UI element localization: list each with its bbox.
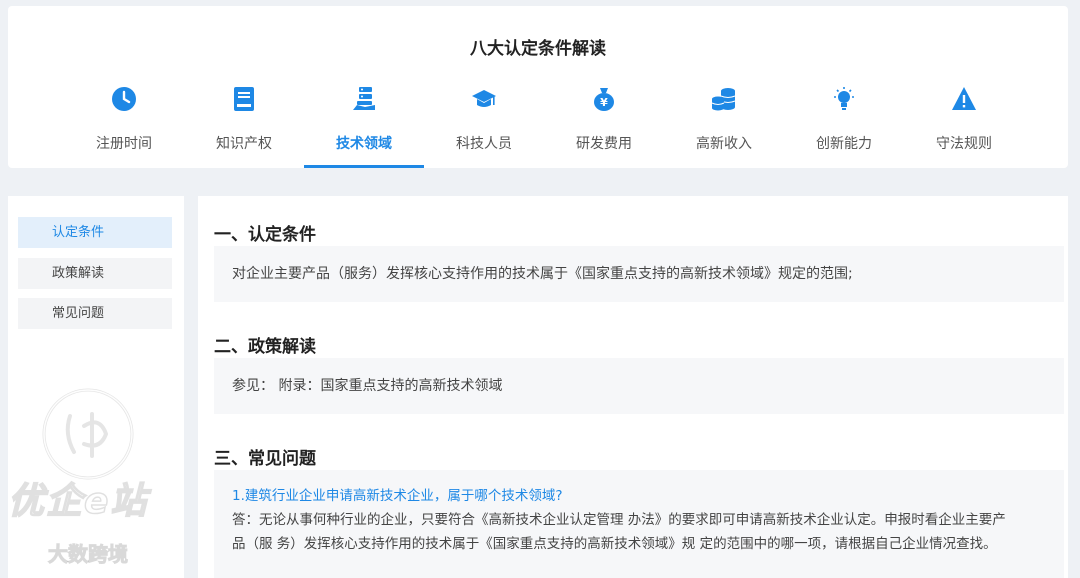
tab-tech-personnel[interactable]: 科技人员	[424, 86, 544, 168]
tab-hightech-income[interactable]: 高新收入	[664, 86, 784, 168]
faq-answer-line: 品（服 务）发挥核心支持作用的技术属于《国家重点支持的高新技术领域》规 定的范围…	[232, 536, 997, 552]
category-header-card: 八大认定条件解读 注册时间 知识产权 技术领域 科技人员 ¥ 研发费用 高新收入…	[8, 6, 1068, 168]
tab-intellectual-property[interactable]: 知识产权	[184, 86, 304, 168]
tab-label: 研发费用	[576, 136, 632, 152]
category-tabs: 注册时间 知识产权 技术领域 科技人员 ¥ 研发费用 高新收入 创新能力 守法规…	[64, 86, 1024, 168]
sidebar-item-faq[interactable]: 常见问题	[18, 298, 172, 329]
money-bag-icon: ¥	[594, 88, 614, 111]
section-body-faq: 1.建筑行业企业申请高新技术企业，属于哪个技术领域? 答：无论从事何种行业的企业…	[214, 470, 1064, 578]
svg-text:¥: ¥	[600, 96, 608, 109]
faq-answer-line: 答：无论从事何种行业的企业，只要符合《高新技术企业认定管理 办法》的要求即可申请…	[232, 512, 1006, 528]
sidebar-item-policy[interactable]: 政策解读	[18, 258, 172, 289]
tab-registration-time[interactable]: 注册时间	[64, 86, 184, 168]
watermark-logo-icon	[42, 388, 134, 480]
watermark: 优企e站 大数跨境	[7, 386, 184, 576]
tab-rd-expenses[interactable]: ¥ 研发费用	[544, 86, 664, 168]
tab-label: 守法规则	[936, 136, 992, 152]
tab-innovation-ability[interactable]: 创新能力	[784, 86, 904, 168]
tab-law-compliance[interactable]: 守法规则	[904, 86, 1024, 168]
section-title-policy: 二、政策解读	[214, 337, 316, 357]
sidebar: 认定条件 政策解读 常见问题 优企e站 大数跨境	[7, 196, 184, 578]
lightbulb-icon	[834, 87, 854, 110]
tab-label: 知识产权	[216, 136, 272, 152]
sidebar-item-label: 认定条件	[52, 225, 105, 240]
sidebar-item-label: 常见问题	[52, 306, 105, 321]
tab-technology-field[interactable]: 技术领域	[304, 86, 424, 168]
section-body-policy: 参见： 附录：国家重点支持的高新技术领域	[214, 358, 1064, 414]
sidebar-item-criteria[interactable]: 认定条件	[18, 217, 172, 248]
section-title-faq: 三、常见问题	[214, 449, 316, 469]
book-icon	[234, 87, 254, 111]
main-content: 一、认定条件 对企业主要产品（服务）发挥核心支持作用的技术属于《国家重点支持的高…	[198, 196, 1068, 578]
policy-text: 参见： 附录：国家重点支持的高新技术领域	[232, 378, 503, 394]
section-title-criteria: 一、认定条件	[214, 225, 316, 245]
sidebar-item-label: 政策解读	[52, 266, 105, 281]
tab-label: 注册时间	[96, 136, 152, 152]
watermark-subtext: 大数跨境	[48, 542, 129, 567]
graduation-cap-icon	[472, 90, 496, 107]
page-title: 八大认定条件解读	[470, 39, 606, 59]
stack-hand-icon	[353, 87, 375, 110]
coins-icon	[711, 88, 736, 111]
tab-label: 科技人员	[456, 136, 512, 152]
faq-question-link[interactable]: 1.建筑行业企业申请高新技术企业，属于哪个技术领域?	[232, 484, 1046, 504]
clock-icon	[112, 87, 136, 111]
tab-label: 技术领域	[336, 136, 392, 152]
section-body-criteria: 对企业主要产品（服务）发挥核心支持作用的技术属于《国家重点支持的高新技术领域》规…	[214, 246, 1064, 302]
tab-label: 创新能力	[816, 136, 872, 152]
warning-icon	[952, 87, 976, 110]
tab-label: 高新收入	[696, 136, 752, 152]
watermark-text: 优企e站	[7, 480, 149, 523]
criteria-text: 对企业主要产品（服务）发挥核心支持作用的技术属于《国家重点支持的高新技术领域》规…	[232, 266, 853, 282]
